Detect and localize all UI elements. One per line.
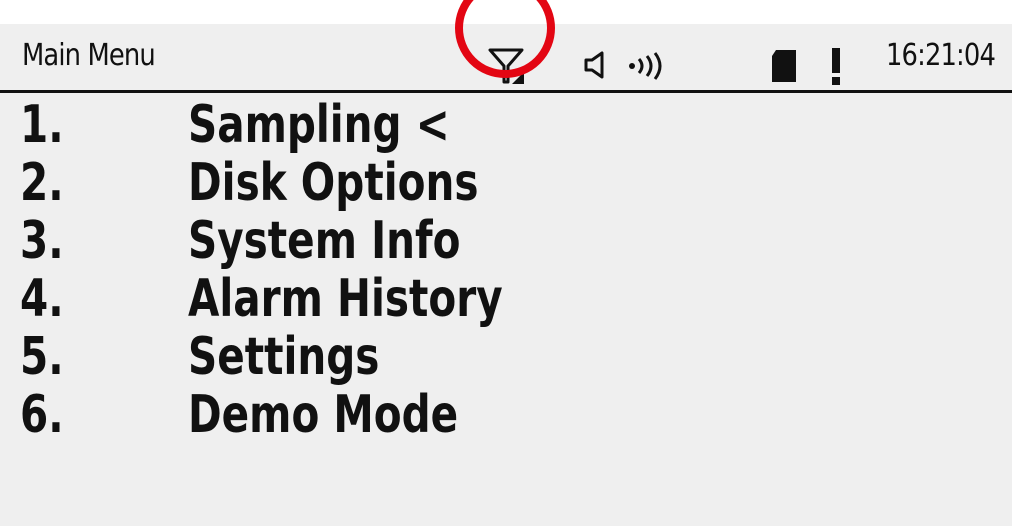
menu-item-number: 5. bbox=[20, 327, 64, 387]
menu-item-system-info[interactable]: 3. System Info bbox=[0, 212, 1012, 270]
menu-item-settings[interactable]: 5. Settings bbox=[0, 328, 1012, 386]
menu-item-sampling[interactable]: 1. Sampling < bbox=[0, 96, 1012, 154]
menu-item-alarm-history[interactable]: 4. Alarm History bbox=[0, 270, 1012, 328]
signal-waves-icon bbox=[629, 52, 662, 80]
menu-item-label: Settings bbox=[188, 327, 380, 387]
menu-item-disk-options[interactable]: 2. Disk Options bbox=[0, 154, 1012, 212]
menu-item-number: 4. bbox=[20, 269, 64, 329]
menu-item-demo-mode[interactable]: 6. Demo Mode bbox=[0, 386, 1012, 444]
status-divider bbox=[0, 90, 1012, 93]
menu-item-label: Demo Mode bbox=[188, 385, 459, 445]
menu-item-number: 6. bbox=[20, 385, 64, 445]
menu-item-number: 2. bbox=[20, 153, 64, 213]
menu-item-number: 1. bbox=[20, 95, 64, 155]
menu-item-label: Sampling < bbox=[188, 95, 450, 155]
sd-card-icon bbox=[772, 50, 796, 82]
device-screen: Main Menu 16:21:04 1. Sampling < 2. Disk… bbox=[0, 24, 1012, 526]
alert-icon bbox=[832, 48, 840, 85]
speaker-icon bbox=[584, 51, 604, 79]
clock: 16:21:04 bbox=[886, 38, 996, 73]
menu-item-label: Alarm History bbox=[188, 269, 503, 329]
menu-item-number: 3. bbox=[20, 211, 64, 271]
menu-item-label: Disk Options bbox=[188, 153, 479, 213]
menu-item-label: System Info bbox=[188, 211, 461, 271]
screen-title: Main Menu bbox=[22, 38, 156, 73]
